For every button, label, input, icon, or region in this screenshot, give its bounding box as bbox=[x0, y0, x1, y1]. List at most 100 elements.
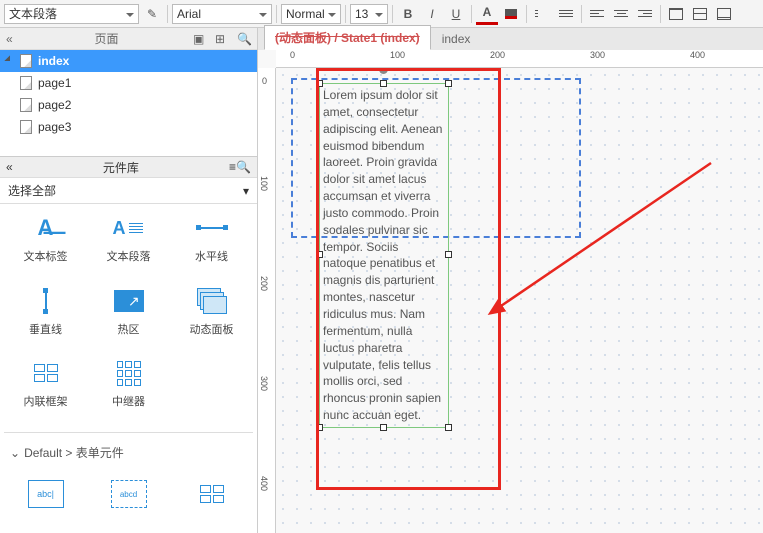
font-size-dropdown[interactable]: 13 bbox=[350, 4, 388, 24]
select-all-label: 选择全部 bbox=[8, 182, 56, 199]
lib-form-item[interactable]: abcd bbox=[87, 480, 170, 523]
lib-form-item[interactable]: abc| bbox=[4, 480, 87, 523]
chevron-down-icon: ⌄ bbox=[10, 446, 20, 460]
element-type-value: 文本段落 bbox=[9, 5, 57, 22]
ruler-tick: 400 bbox=[690, 50, 705, 60]
font-size-value: 13 bbox=[355, 7, 368, 21]
canvas-tabs: (动态面板) / State1 (index) index bbox=[258, 28, 763, 50]
resize-handle[interactable] bbox=[316, 424, 323, 431]
resize-handle[interactable] bbox=[380, 80, 387, 87]
tab-inactive[interactable]: index bbox=[431, 28, 482, 50]
tab-label: (动态面板) / State1 (index) bbox=[275, 31, 420, 45]
lib-item-label: 热区 bbox=[118, 321, 140, 337]
ruler-tick: 200 bbox=[490, 50, 505, 60]
resize-handle[interactable] bbox=[445, 424, 452, 431]
library-category-header[interactable]: ⌄Default > 表单元件 bbox=[4, 432, 253, 473]
canvas[interactable]: Lorem ipsum dolor sit amet, consectetur … bbox=[276, 68, 763, 533]
font-style-value: Normal bbox=[286, 7, 325, 21]
ruler-tick: 300 bbox=[259, 376, 269, 391]
ruler-vertical: 0 100 200 300 400 bbox=[258, 68, 276, 533]
lib-item-label: 垂直线 bbox=[29, 321, 62, 337]
resize-handle[interactable] bbox=[445, 251, 452, 258]
library-grid: A文本标签 A文本段落 水平线 垂直线 热区 动态面板 内联框架 中继器 ⌄De… bbox=[0, 204, 257, 533]
lib-item-label: 内联框架 bbox=[24, 393, 68, 409]
lib-text-paragraph[interactable]: A文本段落 bbox=[87, 214, 170, 279]
text-element-selected[interactable]: Lorem ipsum dolor sit amet, consectetur … bbox=[319, 83, 449, 428]
ruler-tick: 400 bbox=[259, 476, 269, 491]
lib-iframe[interactable]: 内联框架 bbox=[4, 359, 87, 424]
align-center-button[interactable] bbox=[610, 3, 632, 25]
ruler-tick: 300 bbox=[590, 50, 605, 60]
collapse-icon[interactable]: « bbox=[6, 160, 13, 174]
lib-vline[interactable]: 垂直线 bbox=[4, 287, 87, 352]
page-label: page2 bbox=[38, 98, 71, 112]
chevron-down-icon: ▾ bbox=[243, 184, 249, 198]
library-panel-header: « 元件库 ≡ 🔍 bbox=[0, 156, 257, 178]
lib-repeater[interactable]: 中继器 bbox=[87, 359, 170, 424]
lib-text-label[interactable]: A文本标签 bbox=[4, 214, 87, 279]
italic-button[interactable]: I bbox=[421, 3, 443, 25]
tab-active[interactable]: (动态面板) / State1 (index) bbox=[264, 25, 431, 50]
bold-button[interactable]: B bbox=[397, 3, 419, 25]
pages-title: 页面 bbox=[28, 30, 185, 47]
lib-item-label: 水平线 bbox=[195, 248, 228, 264]
menu-icon[interactable]: ≡ bbox=[229, 160, 236, 174]
ruler-tick: 100 bbox=[390, 50, 405, 60]
ruler-tick: 200 bbox=[259, 276, 269, 291]
text-color-button[interactable]: A bbox=[476, 3, 498, 25]
font-family-dropdown[interactable]: Arial bbox=[172, 4, 272, 24]
library-selector[interactable]: 选择全部 ▾ bbox=[0, 178, 257, 204]
bullet-list-button[interactable] bbox=[531, 3, 553, 25]
add-page-icon[interactable]: ▣ bbox=[193, 32, 207, 46]
page-icon bbox=[20, 76, 32, 90]
pages-tree: index page1 page2 page3 bbox=[0, 50, 257, 138]
resize-handle[interactable] bbox=[380, 424, 387, 431]
resize-handle[interactable] bbox=[316, 251, 323, 258]
align-left-button[interactable] bbox=[586, 3, 608, 25]
copy-style-icon[interactable]: ✎ bbox=[141, 3, 163, 25]
align-right-button[interactable] bbox=[634, 3, 656, 25]
top-toolbar: 文本段落 ✎ Arial Normal 13 B I U A bbox=[0, 0, 763, 28]
valign-top-button[interactable] bbox=[665, 3, 687, 25]
rotate-handle[interactable] bbox=[379, 68, 388, 74]
ruler-tick: 0 bbox=[262, 76, 267, 86]
page-item[interactable]: page1 bbox=[0, 72, 257, 94]
resize-handle[interactable] bbox=[445, 80, 452, 87]
ruler-horizontal: 0 100 200 300 400 bbox=[276, 50, 763, 68]
lib-hotspot[interactable]: 热区 bbox=[87, 287, 170, 352]
page-label: page1 bbox=[38, 76, 71, 90]
collapse-icon[interactable]: « bbox=[6, 32, 20, 46]
ruler-tick: 100 bbox=[259, 176, 269, 191]
library-title: 元件库 bbox=[13, 159, 229, 176]
underline-button[interactable]: U bbox=[445, 3, 467, 25]
lib-item-label: 动态面板 bbox=[190, 321, 234, 337]
lib-hline[interactable]: 水平线 bbox=[170, 214, 253, 279]
page-icon bbox=[20, 120, 32, 134]
lib-dynamic-panel[interactable]: 动态面板 bbox=[170, 287, 253, 352]
font-style-dropdown[interactable]: Normal bbox=[281, 4, 341, 24]
resize-handle[interactable] bbox=[316, 80, 323, 87]
ruler-tick: 0 bbox=[290, 50, 295, 60]
valign-mid-button[interactable] bbox=[689, 3, 711, 25]
tab-label: index bbox=[442, 32, 471, 46]
page-item[interactable]: page3 bbox=[0, 116, 257, 138]
add-folder-icon[interactable]: ⊞ bbox=[215, 32, 229, 46]
element-type-dropdown[interactable]: 文本段落 bbox=[4, 4, 139, 24]
lib-item-label: 文本段落 bbox=[107, 248, 151, 264]
text-content: Lorem ipsum dolor sit amet, consectetur … bbox=[323, 88, 442, 422]
number-list-button[interactable] bbox=[555, 3, 577, 25]
page-icon bbox=[20, 98, 32, 112]
lib-item-label: 中继器 bbox=[112, 393, 145, 409]
search-icon[interactable]: 🔍 bbox=[237, 32, 251, 46]
lib-item-label: 文本标签 bbox=[24, 248, 68, 264]
page-icon bbox=[20, 54, 32, 68]
lib-form-item[interactable] bbox=[170, 480, 253, 523]
pages-panel-header: « 页面 ▣ ⊞ 🔍 bbox=[0, 28, 257, 50]
page-label: page3 bbox=[38, 120, 71, 134]
font-family-value: Arial bbox=[177, 7, 201, 21]
valign-bot-button[interactable] bbox=[713, 3, 735, 25]
page-root[interactable]: index bbox=[0, 50, 257, 72]
fill-color-button[interactable] bbox=[500, 3, 522, 25]
page-item[interactable]: page2 bbox=[0, 94, 257, 116]
search-icon[interactable]: 🔍 bbox=[236, 160, 251, 174]
